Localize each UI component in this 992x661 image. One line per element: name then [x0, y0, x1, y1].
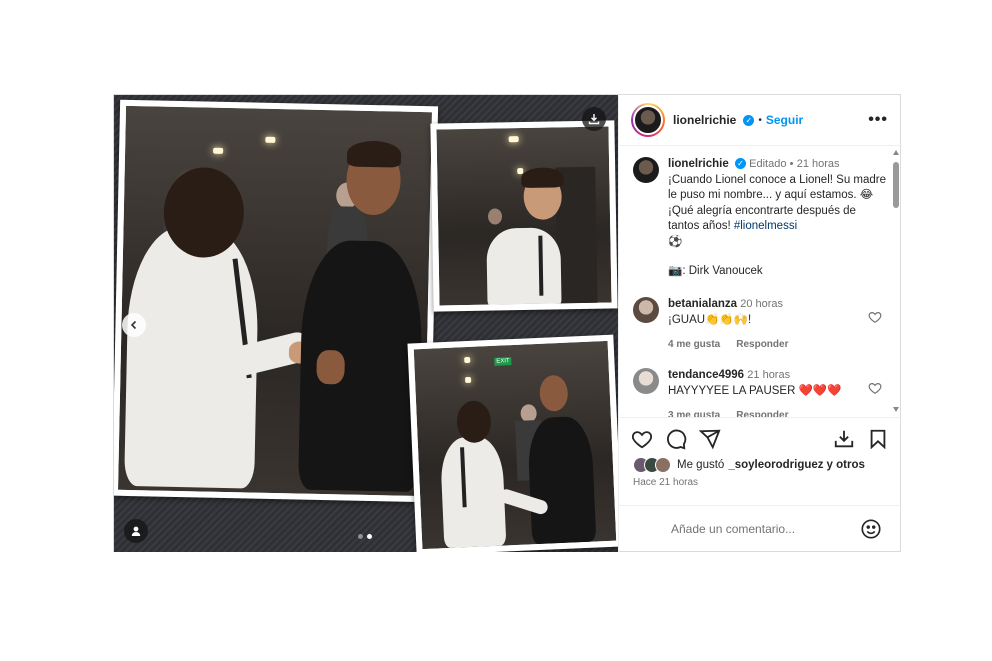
heart-icon[interactable] — [631, 428, 653, 450]
comment-item: tendance4996 21 horas HAYYYYEE LA PAUSER… — [633, 368, 888, 417]
comment-text: HAYYYYEE LA PAUSER ❤️❤️❤️ — [668, 384, 842, 397]
photo-meeting-wide: EXIT — [407, 334, 618, 552]
author-avatar[interactable] — [631, 103, 665, 137]
photo-credit: 📷: Dirk Vanoucek — [668, 265, 763, 277]
instagram-post: EXIT lionelrichie ✓ • Seguir ••• lionelr… — [113, 94, 902, 552]
post-media-collage[interactable]: EXIT — [114, 95, 618, 552]
more-options-icon[interactable]: ••• — [868, 111, 888, 129]
comment-likes[interactable]: 3 me gusta — [668, 408, 720, 417]
heart-icon[interactable] — [868, 381, 882, 395]
caption-time: 21 horas — [796, 158, 840, 170]
download-collection-icon[interactable] — [833, 428, 855, 450]
likes-prefix: Me gustó — [677, 459, 725, 471]
comment-likes[interactable]: 4 me gusta — [668, 337, 720, 353]
scrollbar-thumb[interactable] — [893, 162, 899, 208]
carousel-dot-active[interactable] — [367, 534, 372, 539]
post-side-panel: lionelrichie ✓ • Seguir ••• lionelrichie… — [618, 95, 902, 552]
chevron-left-icon[interactable] — [122, 313, 146, 337]
share-icon[interactable] — [699, 428, 721, 450]
follow-button[interactable]: Seguir — [766, 113, 803, 127]
bookmark-icon[interactable] — [867, 428, 889, 450]
scroll-up-icon[interactable] — [893, 150, 899, 155]
comment-text: ¡GUAU👏👏🙌! — [668, 313, 752, 326]
reply-button[interactable]: Responder — [736, 408, 788, 417]
commenter-avatar[interactable] — [633, 368, 659, 394]
add-comment-bar[interactable]: Añade un comentario... — [619, 505, 902, 552]
verified-badge-icon: ✓ — [734, 158, 746, 170]
post-timestamp[interactable]: Hace 21 horas — [633, 477, 698, 488]
caption: lionelrichie ✓ Editado • 21 horas ¡Cuand… — [633, 157, 888, 280]
photo-handshake — [114, 99, 439, 503]
likes-summary[interactable]: Me gustó _soyleorodriguez y otros — [633, 457, 865, 473]
liker-avatar — [655, 457, 671, 473]
caption-emoji: ⚽ — [668, 235, 683, 248]
hashtag-link[interactable]: #lionelmessi — [734, 220, 797, 232]
caption-username[interactable]: lionelrichie — [668, 158, 729, 170]
scroll-down-icon[interactable] — [893, 407, 899, 412]
caption-edited: Editado — [749, 158, 787, 170]
comment-time: 20 horas — [740, 298, 784, 310]
caption-avatar[interactable] — [633, 157, 659, 183]
verified-badge-icon: ✓ — [743, 114, 755, 126]
user-tag-icon[interactable] — [124, 519, 148, 543]
caption-separator: • — [789, 158, 794, 170]
post-actions-bar — [619, 417, 902, 457]
post-header: lionelrichie ✓ • Seguir ••• — [619, 95, 902, 146]
commenter-avatar[interactable] — [633, 297, 659, 323]
header-separator: • — [758, 114, 762, 126]
likes-suffix[interactable]: y otros — [827, 459, 865, 471]
likes-user[interactable]: _soyleorodriguez — [728, 459, 823, 471]
commenter-username[interactable]: betanialanza — [668, 298, 737, 310]
carousel-indicator — [358, 534, 372, 539]
author-username[interactable]: lionelrichie — [673, 113, 736, 127]
comment-item: betanialanza 20 horas ¡GUAU👏👏🙌! 4 me gus… — [633, 297, 888, 353]
heart-icon[interactable] — [868, 310, 882, 324]
commenter-username[interactable]: tendance4996 — [668, 369, 744, 381]
comment-time: 21 horas — [747, 369, 791, 381]
photo-messi-smiling — [430, 120, 618, 312]
comments-scrollbar[interactable] — [893, 150, 899, 412]
exit-sign: EXIT — [494, 357, 512, 366]
comment-input[interactable]: Añade un comentario... — [671, 522, 795, 536]
carousel-dot[interactable] — [358, 534, 363, 539]
comments-list[interactable]: lionelrichie ✓ Editado • 21 horas ¡Cuand… — [619, 147, 902, 417]
download-icon[interactable] — [582, 107, 606, 131]
emoji-icon[interactable] — [860, 518, 882, 540]
reply-button[interactable]: Responder — [736, 337, 788, 353]
comment-icon[interactable] — [665, 428, 687, 450]
